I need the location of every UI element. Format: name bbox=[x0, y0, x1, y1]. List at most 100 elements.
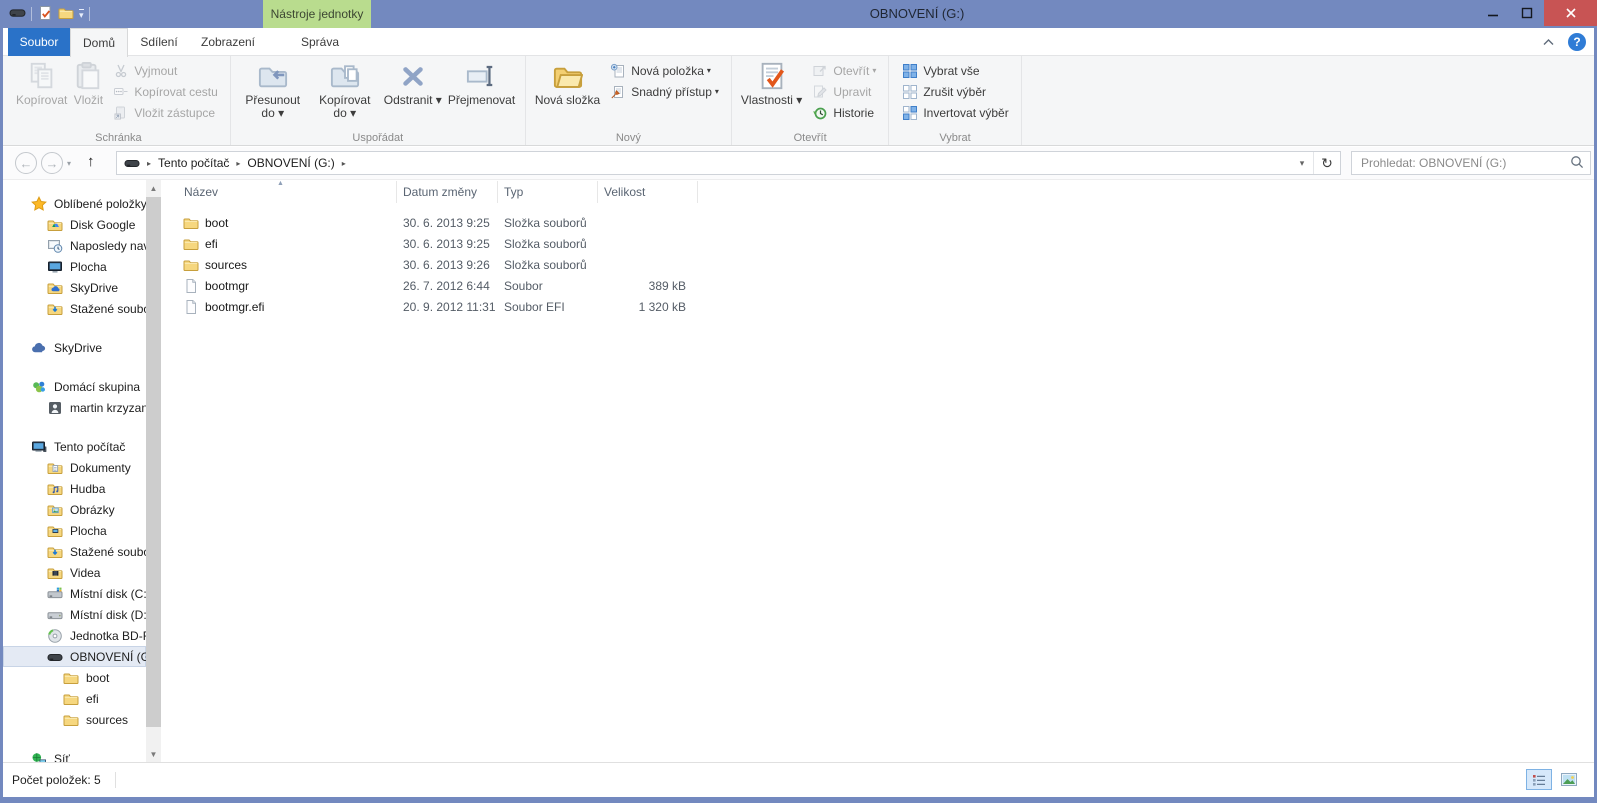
sidebar-item-sta-en-soubory[interactable]: Stažené soubory bbox=[3, 541, 146, 562]
p-ejmenovat-button[interactable]: Přejmenovat bbox=[446, 58, 516, 107]
column-header-typ[interactable]: Typ bbox=[498, 181, 598, 203]
dropdown-icon: ▾ bbox=[872, 66, 876, 75]
sidebar-item-disk-google[interactable]: Disk Google bbox=[3, 214, 146, 235]
snadn-p-stup-button[interactable]: Snadný přístup▾ bbox=[606, 81, 723, 102]
sidebar-item-efi[interactable]: efi bbox=[3, 688, 146, 709]
tab-zobrazen[interactable]: Zobrazení bbox=[190, 28, 266, 56]
sidebar-item-plocha[interactable]: Plocha bbox=[3, 256, 146, 277]
zru-it-v-b-r-button[interactable]: Zrušit výběr bbox=[898, 81, 1012, 102]
button-label: Kopírovat do ▾ bbox=[312, 94, 378, 120]
kop-rovat-cestu-button[interactable]: Kopírovat cestu bbox=[109, 81, 221, 102]
nov-slo-ka-button[interactable]: Nová složka bbox=[533, 58, 602, 107]
sidebar-item-sources[interactable]: sources bbox=[3, 709, 146, 730]
help-icon[interactable]: ? bbox=[1568, 33, 1586, 51]
odstranit-button[interactable]: Odstranit ▾ bbox=[382, 58, 444, 107]
upravit-button[interactable]: Upravit bbox=[808, 81, 880, 102]
vyjmout-button[interactable]: Vyjmout bbox=[109, 60, 221, 81]
qat-customize-dropdown-icon[interactable]: ▾ bbox=[79, 9, 84, 20]
sidebar-item-obnoven-g[interactable]: OBNOVENÍ (G:) bbox=[3, 646, 146, 667]
new-folder-icon[interactable] bbox=[58, 5, 74, 24]
minimize-button[interactable] bbox=[1476, 0, 1510, 26]
file-row-sources[interactable]: sources30. 6. 2013 9:26Složka souborů bbox=[163, 254, 1594, 275]
breadcrumb-item-tento-po-ta[interactable]: Tento počítač bbox=[158, 156, 229, 170]
vlo-it-button[interactable]: Vložit bbox=[71, 58, 105, 107]
sidebar-section-skydrive: SkyDrive bbox=[3, 337, 146, 358]
vlastnosti-button[interactable]: Vlastnosti ▾ bbox=[739, 58, 804, 107]
file-date-cell: 30. 6. 2013 9:25 bbox=[397, 216, 498, 230]
tab-dom[interactable]: Domů bbox=[70, 28, 128, 57]
close-button[interactable] bbox=[1544, 0, 1597, 26]
vlo-it-z-stupce-button[interactable]: Vložit zástupce bbox=[109, 102, 221, 123]
address-dropdown-icon[interactable]: ▾ bbox=[1291, 158, 1313, 169]
sidebar-item-videa[interactable]: Videa bbox=[3, 562, 146, 583]
drive-icon[interactable] bbox=[9, 4, 26, 24]
scrollbar-thumb[interactable] bbox=[146, 197, 161, 727]
details-view-button[interactable] bbox=[1526, 769, 1552, 790]
thumbnails-view-button[interactable] bbox=[1556, 769, 1582, 790]
historie-button[interactable]: Historie bbox=[808, 102, 880, 123]
sidebar-item-jednotka-bd-ro[interactable]: Jednotka BD-RO bbox=[3, 625, 146, 646]
scroll-up-icon[interactable]: ▲ bbox=[146, 180, 161, 196]
scroll-down-icon[interactable]: ▼ bbox=[146, 746, 161, 762]
back-button[interactable]: ← bbox=[15, 152, 37, 174]
recent-locations-dropdown-icon[interactable]: ▾ bbox=[67, 159, 71, 168]
column-header-datum-zm-ny[interactable]: Datum změny bbox=[397, 181, 498, 203]
edit-icon bbox=[812, 84, 828, 100]
kop-rovat-do-button[interactable]: Kopírovat do ▾ bbox=[310, 58, 380, 120]
file-row-boot[interactable]: boot30. 6. 2013 9:25Složka souborů bbox=[163, 212, 1594, 233]
sidebar-item-skydrive[interactable]: SkyDrive bbox=[3, 277, 146, 298]
refresh-icon[interactable]: ↻ bbox=[1313, 152, 1340, 174]
address-bar[interactable]: ▸Tento počítač▸OBNOVENÍ (G:)▸ ▾ ↻ bbox=[116, 151, 1341, 175]
button-label: Kopírovat bbox=[16, 94, 67, 107]
folder-desktop-icon bbox=[47, 523, 63, 539]
properties-icon[interactable] bbox=[37, 5, 53, 24]
sidebar-item-m-stn-disk-d[interactable]: Místní disk (D:) bbox=[3, 604, 146, 625]
sidebar-item-label: Hudba bbox=[70, 482, 105, 496]
file-row-bootmgr-efi[interactable]: bootmgr.efi20. 9. 2012 11:31Soubor EFI1 … bbox=[163, 296, 1594, 317]
file-row-bootmgr[interactable]: bootmgr26. 7. 2012 6:44Soubor389 kB bbox=[163, 275, 1594, 296]
breadcrumb-item-obnoven-g[interactable]: OBNOVENÍ (G:) bbox=[247, 156, 334, 170]
sidebar-item-dokumenty[interactable]: Dokumenty bbox=[3, 457, 146, 478]
ribbon: Kopírovat VložitVyjmoutKopírovat cestuVlo… bbox=[3, 56, 1594, 146]
nov-polo-ka-button[interactable]: Nová položka▾ bbox=[606, 60, 723, 81]
sidebar-item-dom-c-skupina[interactable]: Domácí skupina bbox=[3, 376, 146, 397]
sidebar-item-martin-krzyzanov[interactable]: martin krzyzanov bbox=[3, 397, 146, 418]
file-name: efi bbox=[205, 237, 218, 251]
folder-download-icon bbox=[47, 544, 63, 560]
sidebar-item-s[interactable]: Síť bbox=[3, 748, 146, 762]
sidebar-item-m-stn-disk-c[interactable]: Místní disk (C:) bbox=[3, 583, 146, 604]
sidebar-item-sta-en-soubory[interactable]: Stažené soubory bbox=[3, 298, 146, 319]
sidebar-item-hudba[interactable]: Hudba bbox=[3, 478, 146, 499]
search-input[interactable]: Prohledat: OBNOVENÍ (G:) bbox=[1351, 151, 1591, 175]
maximize-button[interactable] bbox=[1510, 0, 1544, 26]
collapse-ribbon-icon[interactable] bbox=[1543, 35, 1554, 49]
sidebar-item-obl-ben-polo-ky[interactable]: Oblíbené položky bbox=[3, 193, 146, 214]
column-header-velikost[interactable]: Velikost bbox=[598, 181, 698, 203]
kop-rovat-button[interactable]: Kopírovat bbox=[14, 58, 69, 107]
group-label: Vybrat bbox=[889, 132, 1020, 144]
navigation-pane: Oblíbené položkyDisk GoogleNaposledy nav… bbox=[3, 180, 146, 762]
button-label: Vlastnosti ▾ bbox=[741, 94, 802, 107]
sidebar-item-obr-zky[interactable]: Obrázky bbox=[3, 499, 146, 520]
tab-spr-va[interactable]: Správa bbox=[266, 28, 374, 56]
file-name: sources bbox=[205, 258, 247, 272]
sidebar-item-tento-po-ta[interactable]: Tento počítač bbox=[3, 436, 146, 457]
forward-button[interactable]: → bbox=[41, 152, 63, 174]
sidebar-item-label: Místní disk (C:) bbox=[70, 587, 146, 601]
up-button[interactable]: ↑ bbox=[87, 153, 95, 170]
sidebar-item-boot[interactable]: boot bbox=[3, 667, 146, 688]
otev-t-button[interactable]: Otevřít▾ bbox=[808, 60, 880, 81]
invertovat-v-b-r-button[interactable]: Invertovat výběr bbox=[898, 102, 1012, 123]
sidebar-item-label: boot bbox=[86, 671, 109, 685]
p-esunout-do-button[interactable]: Přesunout do ▾ bbox=[238, 58, 308, 120]
sidebar-item-skydrive[interactable]: SkyDrive bbox=[3, 337, 146, 358]
file-name: boot bbox=[205, 216, 228, 230]
tab-file[interactable]: Soubor bbox=[8, 28, 70, 56]
sidebar-item-plocha[interactable]: Plocha bbox=[3, 520, 146, 541]
tab-sd-len[interactable]: Sdílení bbox=[128, 28, 190, 56]
sidebar-item-naposledy-nav-t[interactable]: Naposledy navští bbox=[3, 235, 146, 256]
desktop-icon bbox=[47, 259, 63, 275]
vybrat-v-e-button[interactable]: Vybrat vše bbox=[898, 60, 1012, 81]
navigation-scrollbar[interactable]: ▲ ▼ bbox=[146, 180, 161, 762]
file-row-efi[interactable]: efi30. 6. 2013 9:25Složka souborů bbox=[163, 233, 1594, 254]
